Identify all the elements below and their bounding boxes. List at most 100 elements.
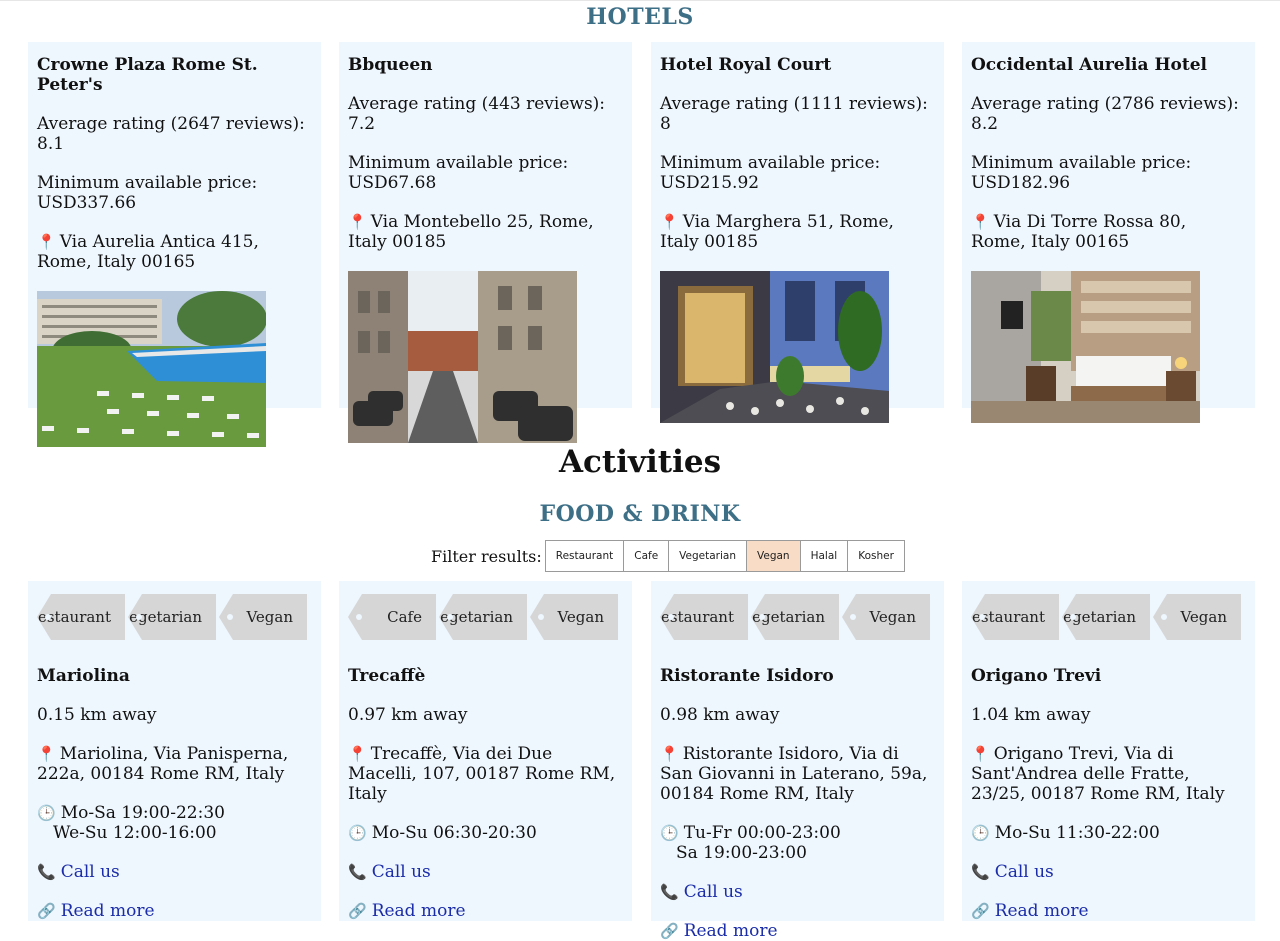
read-more-link[interactable]: Read more <box>61 901 155 921</box>
tag: Vegetarian <box>1062 594 1150 640</box>
hotel-photo[interactable] <box>348 271 577 443</box>
clock-icon: 🕒 <box>37 804 56 822</box>
hotel-address: Via Marghera 51, Rome, Italy 00185 <box>660 212 894 252</box>
hotel-address: Via Aurelia Antica 415, Rome, Italy 0016… <box>37 232 259 272</box>
tag: Cafe <box>348 594 436 640</box>
place-name: Mariolina <box>37 666 130 686</box>
hotel-price: Minimum available price: USD67.68 <box>348 153 569 193</box>
place-address-row: 📍 Origano Trevi, Via di Sant'Andrea delle… <box>971 744 1246 804</box>
call-us-link[interactable]: Call us <box>61 862 120 882</box>
map-pin-icon: 📍 <box>37 745 56 763</box>
place-card: Restaurant Vegetarian Vegan Ristorante I… <box>651 581 944 941</box>
filter-halal-button[interactable]: Halal <box>799 540 849 572</box>
place-distance: 0.97 km away <box>348 705 468 725</box>
place-address-row: 📍 Ristorante Isidoro, Via di San Giovanni… <box>660 744 935 804</box>
place-card: Cafe Vegetarian Vegan Trecaffè 0.97 km a… <box>339 581 632 921</box>
tag: Vegan <box>530 594 618 640</box>
tag: Vegetarian <box>439 594 527 640</box>
place-address: Ristorante Isidoro, Via di San Giovanni … <box>660 744 928 804</box>
hotel-address: Via Di Torre Rossa 80, Rome, Italy 00165 <box>971 212 1187 252</box>
clock-icon: 🕒 <box>971 824 990 842</box>
map-pin-icon: 📍 <box>971 745 990 763</box>
hotel-name: Hotel Royal Court <box>660 55 832 75</box>
place-card: Restaurant Vegetarian Vegan Mariolina 0.… <box>28 581 321 921</box>
link-icon: 🔗 <box>37 902 56 920</box>
call-us-link[interactable]: Call us <box>995 862 1054 882</box>
place-card: Restaurant Vegetarian Vegan Origano Trev… <box>962 581 1255 921</box>
map-pin-icon: 📍 <box>971 213 990 231</box>
filter-vegetarian-button[interactable]: Vegetarian <box>668 540 747 572</box>
read-more-row: 🔗 Read more <box>971 901 1246 921</box>
filter-vegan-button[interactable]: Vegan <box>746 540 801 572</box>
place-address: Mariolina, Via Panisperna, 222a, 00184 R… <box>37 744 289 784</box>
hotel-rating: Average rating (2647 reviews): 8.1 <box>37 114 305 154</box>
hotel-name: Occidental Aurelia Hotel <box>971 55 1207 75</box>
call-row: 📞 Call us <box>348 862 623 882</box>
top-divider <box>0 0 1280 1</box>
hotel-address-row: 📍 Via Montebello 25, Rome, Italy 00185 <box>348 212 623 252</box>
filter-bar: Filter results: Restaurant Cafe Vegetari… <box>431 540 905 572</box>
hotel-card: Occidental Aurelia Hotel Average rating … <box>962 42 1255 423</box>
place-address: Trecaffè, Via dei Due Macelli, 107, 0018… <box>348 744 616 804</box>
place-hours-row: 🕒 Mo-Sa 19:00-22:30 We-Su 12:00-16:00 <box>37 803 312 843</box>
filter-cafe-button[interactable]: Cafe <box>623 540 670 572</box>
activities-heading: Activities <box>558 444 722 480</box>
place-hours: Sa 19:00-23:00 <box>676 843 807 863</box>
hotel-name: Crowne Plaza Rome St. Peter's <box>37 55 258 95</box>
filter-restaurant-button[interactable]: Restaurant <box>544 540 625 572</box>
hotel-card: Crowne Plaza Rome St. Peter's Average ra… <box>28 42 321 447</box>
call-us-link[interactable]: Call us <box>372 862 431 882</box>
read-more-link[interactable]: Read more <box>684 921 778 941</box>
read-more-row: 🔗 Read more <box>37 901 312 921</box>
place-hours-row: 🕒 Tu-Fr 00:00-23:00 Sa 19:00-23:00 <box>660 823 935 863</box>
place-address-row: 📍 Trecaffè, Via dei Due Macelli, 107, 001… <box>348 744 623 804</box>
phone-icon: 📞 <box>660 883 679 901</box>
place-name: Origano Trevi <box>971 666 1102 686</box>
place-distance: 0.15 km away <box>37 705 157 725</box>
hotel-photo[interactable] <box>660 271 889 423</box>
map-pin-icon: 📍 <box>660 745 679 763</box>
tag-list: Restaurant Vegetarian Vegan <box>37 594 312 640</box>
hotel-address-row: 📍 Via Aurelia Antica 415, Rome, Italy 001… <box>37 232 312 272</box>
map-pin-icon: 📍 <box>37 233 56 251</box>
link-icon: 🔗 <box>348 902 367 920</box>
place-distance: 1.04 km away <box>971 705 1091 725</box>
hotel-address-row: 📍 Via Di Torre Rossa 80, Rome, Italy 0016… <box>971 212 1246 252</box>
hotel-address: Via Montebello 25, Rome, Italy 00185 <box>348 212 594 252</box>
read-more-link[interactable]: Read more <box>372 901 466 921</box>
hotel-photo[interactable] <box>37 291 266 447</box>
filter-label: Filter results: <box>431 546 542 566</box>
place-hours: Mo-Sa 19:00-22:30 <box>60 803 225 823</box>
tag: Restaurant <box>971 594 1059 640</box>
place-distance: 0.98 km away <box>660 705 780 725</box>
hotel-price: Minimum available price: USD182.96 <box>971 153 1192 193</box>
map-pin-icon: 📍 <box>348 213 367 231</box>
tag: Restaurant <box>660 594 748 640</box>
tag-list: Restaurant Vegetarian Vegan <box>660 594 935 640</box>
tag: Vegan <box>1153 594 1241 640</box>
filter-kosher-button[interactable]: Kosher <box>847 540 905 572</box>
call-row: 📞 Call us <box>971 862 1246 882</box>
filter-buttons: Restaurant Cafe Vegetarian Vegan Halal K… <box>544 540 905 572</box>
link-icon: 🔗 <box>660 922 679 940</box>
hotel-address-row: 📍 Via Marghera 51, Rome, Italy 00185 <box>660 212 935 252</box>
place-hours: Mo-Su 06:30-20:30 <box>371 823 537 843</box>
place-hours: Tu-Fr 00:00-23:00 <box>683 823 841 843</box>
clock-icon: 🕒 <box>348 824 367 842</box>
place-address: Origano Trevi, Via di Sant'Andrea delle … <box>971 744 1225 804</box>
read-more-row: 🔗 Read more <box>348 901 623 921</box>
hotel-price: Minimum available price: USD337.66 <box>37 173 258 213</box>
hotels-heading: HOTELS <box>586 4 694 30</box>
clock-icon: 🕒 <box>660 824 679 842</box>
tag-list: Cafe Vegetarian Vegan <box>348 594 623 640</box>
tag: Vegan <box>842 594 930 640</box>
read-more-link[interactable]: Read more <box>995 901 1089 921</box>
call-us-link[interactable]: Call us <box>684 882 743 902</box>
place-name: Ristorante Isidoro <box>660 666 834 686</box>
place-hours-row: 🕒 Mo-Su 11:30-22:00 <box>971 823 1246 843</box>
hotel-photo[interactable] <box>971 271 1200 423</box>
tag-list: Restaurant Vegetarian Vegan <box>971 594 1246 640</box>
hotel-rating: Average rating (2786 reviews): 8.2 <box>971 94 1239 134</box>
hotel-rating: Average rating (443 reviews): 7.2 <box>348 94 606 134</box>
hotel-rating: Average rating (1111 reviews): 8 <box>660 94 928 134</box>
